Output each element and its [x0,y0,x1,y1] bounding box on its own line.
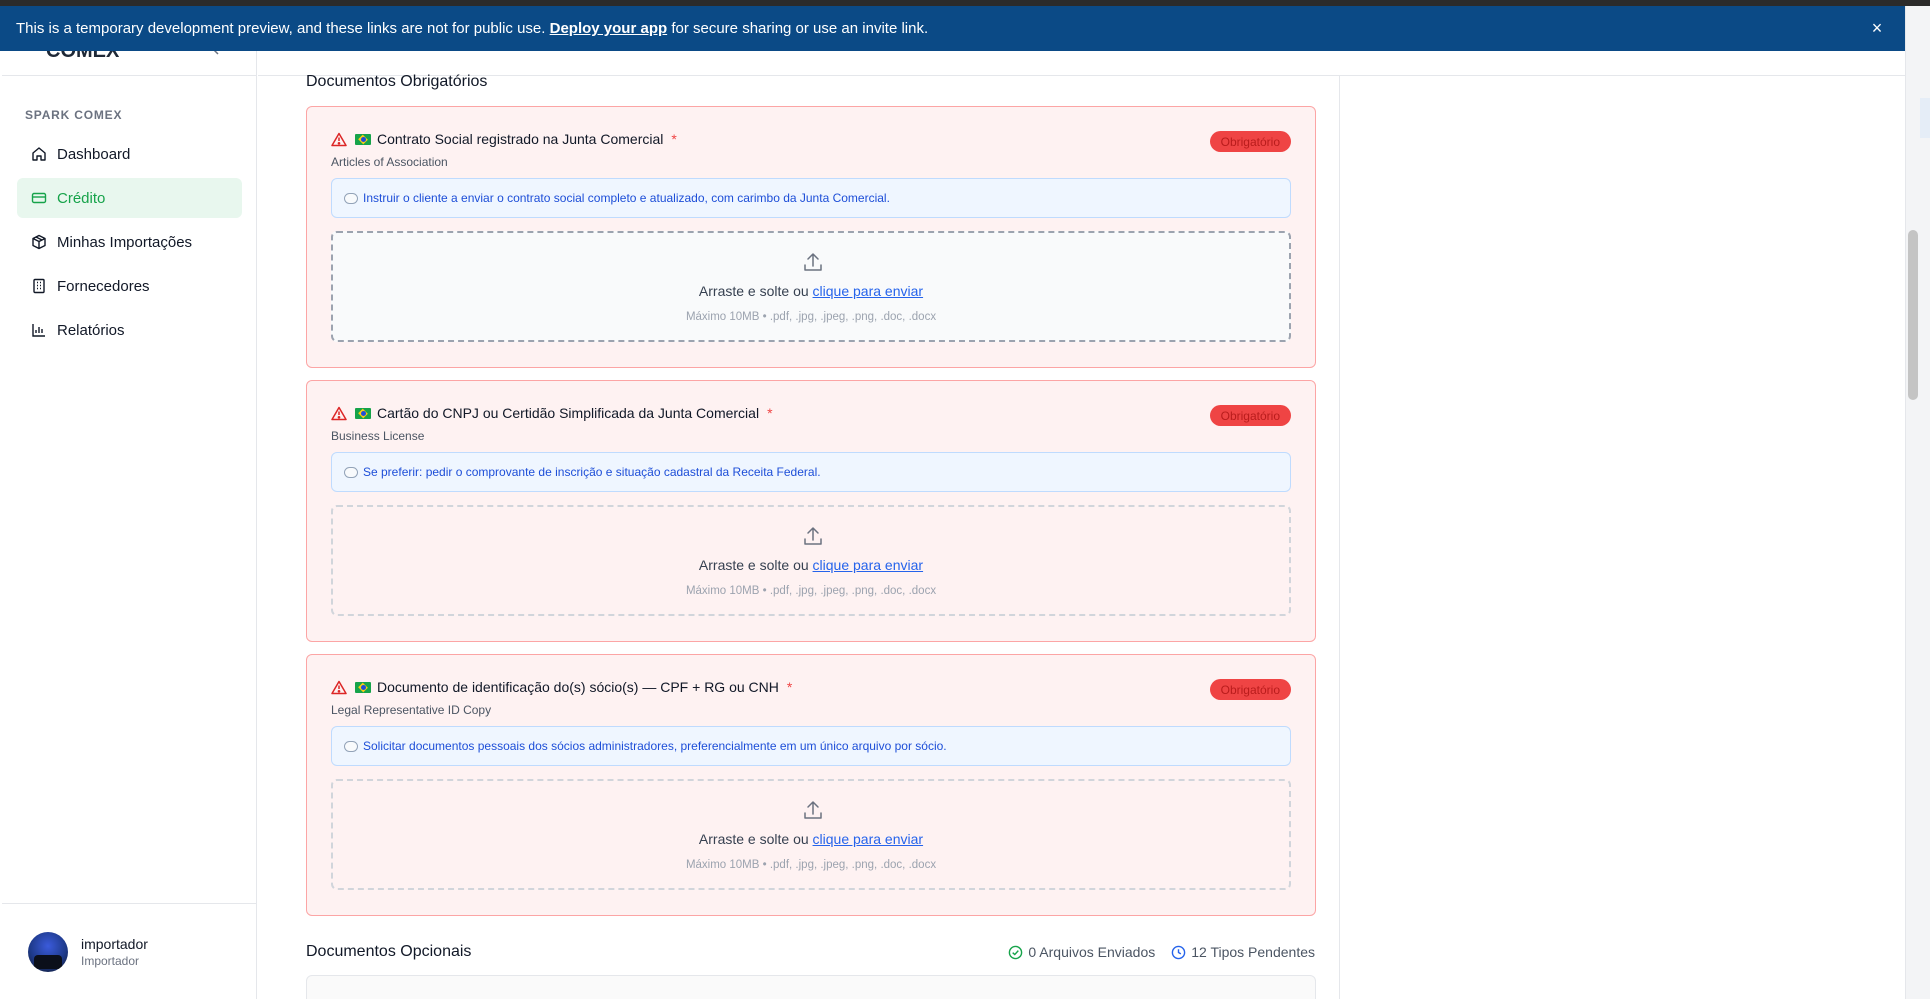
instruction-note: Solicitar documentos pessoais dos sócios… [331,726,1291,766]
required-docs-title: Documentos Obrigatórios [306,73,488,90]
dropzone-text: Arraste e solte ou clique para enviar [333,557,1289,573]
pending-types-stat: 12 Tipos Pendentes [1171,944,1315,960]
sidebar-item-fornecedores[interactable]: Fornecedores [17,266,242,306]
document-title: Contrato Social registrado na Junta Come… [377,131,664,147]
warning-icon [331,132,347,147]
instruction-text: Se preferir: pedir o comprovante de insc… [363,465,821,479]
warning-icon [331,406,347,421]
bar-chart-icon [31,322,47,338]
document-header: Documento de identificação do(s) sócio(s… [331,679,792,695]
upload-icon [802,799,824,826]
dropzone-hint: Máximo 10MB • .pdf, .jpg, .jpeg, .png, .… [685,859,937,871]
sidebar-nav: Dashboard Crédito Minhas Importações For… [17,134,242,354]
app-window: This is a temporary development preview,… [0,0,1930,999]
banner-text-after: for secure sharing or use an invite link… [671,20,929,37]
document-card: Contrato Social registrado na Junta Come… [306,106,1316,368]
check-circle-icon [1009,945,1023,959]
deploy-app-link[interactable]: Deploy your app [550,20,668,37]
logo: COMEX [46,51,119,61]
optional-docs-card [306,975,1316,999]
sidebar-divider [2,75,257,76]
building-icon [31,278,47,294]
sidebar-item-label: Minhas Importações [57,233,193,251]
avatar [28,932,68,972]
document-subtitle: Articles of Association [331,155,448,169]
document-subtitle: Legal Representative ID Copy [331,703,492,717]
click-to-upload-link[interactable]: clique para enviar [813,831,924,847]
sidebar: COMEX SPARK COMEX Dashboard Crédito [2,45,257,999]
instruction-note: Instruir o cliente a enviar o contrato s… [331,178,1291,218]
document-header: Cartão do CNPJ ou Certidão Simplificada … [331,405,773,421]
instruction-note: Se preferir: pedir o comprovante de insc… [331,452,1291,492]
speech-bubble-icon [344,466,358,478]
dropzone-label: Arraste e solte ou [698,283,809,299]
credit-card-icon [31,190,47,206]
column-divider [1339,76,1340,999]
scrollbar-track[interactable] [1905,6,1930,999]
required-asterisk: * [767,405,773,421]
dev-preview-banner: This is a temporary development preview,… [0,6,1905,51]
sidebar-item-label: Fornecedores [57,277,150,295]
files-sent-stat: 0 Arquivos Enviados [1008,944,1155,960]
header-divider [258,75,1905,76]
document-subtitle: Business License [331,429,425,443]
optional-docs-title: Documentos Opcionais [306,943,472,960]
required-badge: Obrigatório [1209,131,1291,152]
sidebar-item-relatorios[interactable]: Relatórios [17,310,242,350]
scrollbar-edge [1920,98,1930,138]
click-to-upload-link[interactable]: clique para enviar [813,283,924,299]
brazil-flag-icon [355,133,371,145]
sidebar-item-label: Crédito [57,189,106,207]
required-asterisk: * [786,679,793,695]
sidebar-section-label: SPARK COMEX [25,108,123,122]
sidebar-item-credito[interactable]: Crédito [17,178,242,218]
file-dropzone[interactable]: Arraste e solte ou clique para enviar Má… [331,779,1291,890]
document-title: Documento de identificação do(s) sócio(s… [377,679,779,695]
banner-text-before: This is a temporary development preview,… [16,20,546,37]
document-card: Cartão do CNPJ ou Certidão Simplificada … [306,380,1316,642]
upload-icon [802,525,824,552]
instruction-text: Instruir o cliente a enviar o contrato s… [363,191,890,205]
dropzone-label: Arraste e solte ou [698,557,809,573]
document-card: Documento de identificação do(s) sócio(s… [306,654,1316,916]
required-badge: Obrigatório [1209,679,1291,700]
close-icon[interactable]: × [1867,18,1887,38]
home-icon [31,146,47,162]
user-name: importador [81,936,148,952]
required-asterisk: * [671,131,677,147]
brazil-flag-icon [355,407,371,419]
files-sent-label: 0 Arquivos Enviados [1028,944,1156,960]
speech-bubble-icon [344,740,358,752]
user-role: Importador [81,954,140,968]
file-dropzone[interactable]: Arraste e solte ou clique para enviar Má… [331,231,1291,342]
main-content: Documentos Obrigatórios Contrato Social … [258,51,1905,999]
upload-stats: 0 Arquivos Enviados 12 Tipos Pendentes [992,944,1315,960]
sidebar-item-label: Dashboard [57,145,131,163]
click-to-upload-link[interactable]: clique para enviar [813,557,924,573]
sidebar-item-dashboard[interactable]: Dashboard [17,134,242,174]
dropzone-hint: Máximo 10MB • .pdf, .jpg, .jpeg, .png, .… [685,585,937,597]
dropzone-label: Arraste e solte ou [698,831,809,847]
speech-bubble-icon [344,192,358,204]
warning-icon [331,680,347,695]
dropzone-hint: Máximo 10MB • .pdf, .jpg, .jpeg, .png, .… [685,311,937,323]
package-icon [31,234,47,250]
dropzone-text: Arraste e solte ou clique para enviar [333,831,1289,847]
file-dropzone[interactable]: Arraste e solte ou clique para enviar Má… [331,505,1291,616]
clock-icon [1171,945,1186,959]
upload-icon [802,251,824,278]
brazil-flag-icon [355,681,371,693]
required-badge: Obrigatório [1209,405,1291,426]
dropzone-text: Arraste e solte ou clique para enviar [333,283,1289,299]
scrollbar-thumb[interactable] [1908,230,1918,400]
sidebar-item-label: Relatórios [57,321,125,339]
user-profile[interactable]: importador Importador [2,903,257,999]
document-header: Contrato Social registrado na Junta Come… [331,131,677,147]
sidebar-item-minhas-importacoes[interactable]: Minhas Importações [17,222,242,262]
document-title: Cartão do CNPJ ou Certidão Simplificada … [377,405,760,421]
pending-types-label: 12 Tipos Pendentes [1191,944,1315,960]
instruction-text: Solicitar documentos pessoais dos sócios… [363,739,947,753]
